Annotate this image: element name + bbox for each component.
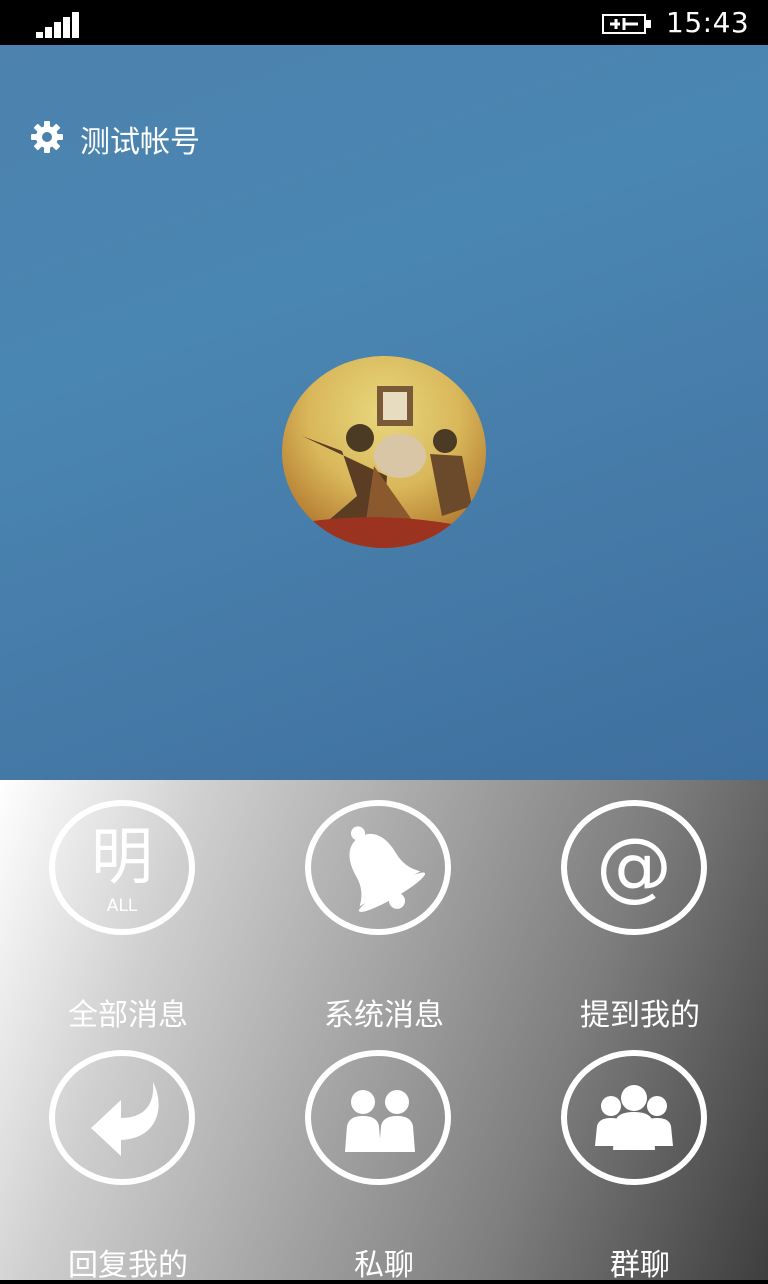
signal-bars-icon bbox=[36, 10, 82, 38]
menu-item-label: 群聊 bbox=[610, 1248, 670, 1283]
at-icon: @ bbox=[561, 800, 707, 935]
menu-item-group-chat[interactable]: 群聊 bbox=[512, 1030, 768, 1283]
avatar[interactable] bbox=[282, 356, 486, 548]
menu-item-label: 回复我的 bbox=[68, 1248, 188, 1283]
status-bar: 15:43 bbox=[0, 0, 768, 45]
menu-item-private-chat[interactable]: 私聊 bbox=[256, 1030, 512, 1283]
menu-item-label: 全部消息 bbox=[68, 998, 188, 1033]
two-people-icon bbox=[305, 1050, 451, 1185]
bell-icon bbox=[305, 800, 451, 935]
all-messages-icon: 明 ALL bbox=[49, 800, 195, 935]
menu-item-mentions[interactable]: @ 提到我的 bbox=[512, 780, 768, 1033]
battery-charging-icon bbox=[602, 14, 651, 34]
menu-item-system-messages[interactable]: 系统消息 bbox=[256, 780, 512, 1033]
menu-item-all-messages[interactable]: 明 ALL 全部消息 bbox=[0, 780, 256, 1033]
profile-header: 测试帐号 bbox=[0, 45, 768, 780]
all-messages-sub: ALL bbox=[106, 896, 138, 916]
avatar-image bbox=[282, 386, 486, 548]
account-name: 测试帐号 bbox=[80, 125, 200, 160]
menu-item-label: 提到我的 bbox=[580, 998, 700, 1033]
group-people-icon bbox=[561, 1050, 707, 1185]
account-settings-button[interactable]: 测试帐号 bbox=[30, 117, 270, 160]
message-menu: 明 ALL 全部消息 系统消息 @ 提到我的 回复我的 私聊 群聊 bbox=[0, 780, 768, 1283]
menu-item-label: 私聊 bbox=[354, 1248, 414, 1283]
gear-icon bbox=[31, 121, 63, 153]
menu-item-replies[interactable]: 回复我的 bbox=[0, 1030, 256, 1283]
clock: 15:43 bbox=[666, 6, 750, 39]
reply-arrow-icon bbox=[49, 1050, 195, 1185]
all-messages-glyph: 明 bbox=[90, 820, 153, 893]
menu-item-label: 系统消息 bbox=[324, 998, 444, 1033]
at-glyph: @ bbox=[596, 821, 672, 910]
